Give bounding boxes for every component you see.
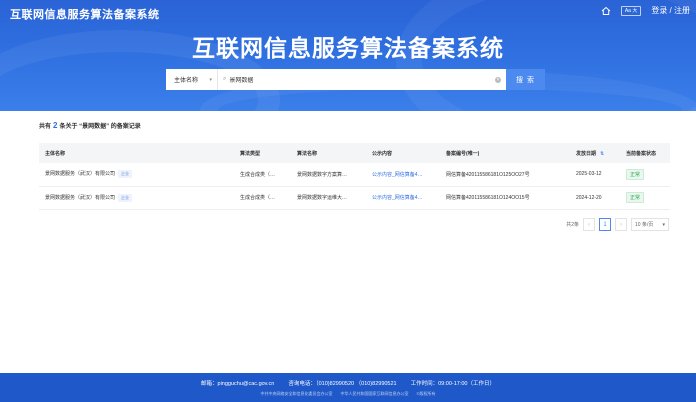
cell-status: 正常 (620, 186, 670, 210)
page-size-select[interactable]: 10 条/页 ▾ (631, 218, 669, 231)
cell-type: 生成合成类（… (234, 186, 291, 210)
cell-content-link[interactable]: 公示内容_网信算备4… (366, 186, 440, 210)
search-field: ⌕ × (218, 69, 506, 90)
cell-type: 生成合成类（… (234, 163, 291, 187)
table-header-row: 主体名称 算法类型 算法名称 公示内容 备案编号(唯一) 发放日期 ⇅ 当前备案状… (39, 143, 670, 163)
summary-suffix: 条关于 “景网数据” 的备案记录 (59, 124, 141, 130)
table-row: 景网数据服务（武汉）有限公司 企业 生成合成类（… 景网数据数字运维大… 公示内容… (39, 186, 670, 210)
header-banner: 互联网信息服务算法备案系统 Aa 大 登录 / 注册 互联网信息服务算法备案系统… (0, 0, 696, 111)
search-button[interactable]: 搜 索 (506, 69, 545, 90)
home-icon[interactable] (601, 6, 611, 16)
column-header-status: 当前备案状态 (620, 143, 670, 163)
cell-entity: 景网数据服务（武汉）有限公司 企业 (39, 163, 234, 187)
result-summary: 共有 2 条关于 “景网数据” 的备案记录 (39, 121, 141, 130)
prev-page-button[interactable]: ‹ (583, 218, 595, 231)
search-scope-select[interactable]: 主体名称 ▾ (166, 69, 218, 90)
footer-contact: 邮箱：pingguchu@cac.gov.cn 咨询电话：（010)829905… (0, 379, 696, 387)
search-scope-label: 主体名称 (174, 78, 199, 84)
chevron-down-icon: ▾ (662, 221, 665, 228)
search-icon: ⌕ (223, 76, 227, 82)
page-title: 互联网信息服务算法备案系统 (192, 35, 504, 61)
column-header-content: 公示内容 (366, 143, 440, 163)
chevron-down-icon: ▾ (209, 76, 212, 83)
summary-prefix: 共有 (39, 124, 52, 130)
top-right-tools: Aa 大 登录 / 注册 (601, 5, 690, 16)
sort-icon[interactable]: ⇅ (600, 151, 604, 157)
column-header-entity: 主体名称 (39, 143, 234, 163)
column-header-date[interactable]: 发放日期 ⇅ (570, 143, 620, 163)
cell-date: 2025-03-12 (570, 163, 620, 187)
footer-email: 邮箱：pingguchu@cac.gov.cn (201, 381, 275, 387)
login-register-link[interactable]: 登录 / 注册 (651, 5, 690, 16)
footer-org-2[interactable]: 中华人民共和国国家互联网信息办公室 (341, 391, 409, 397)
footer-orgs: 中共中央网络安全和信息化委员会办公室 中华人民共和国国家互联网信息办公室 ©版权… (0, 391, 696, 397)
pagination-total: 共2条 (566, 222, 579, 228)
table-row: 景网数据服务（武汉）有限公司 企业 生成合成类（… 景网数据数字方案算… 公示内容… (39, 163, 670, 187)
cell-content-link[interactable]: 公示内容_网信算备4… (366, 163, 440, 187)
cell-name: 景网数据数字方案算… (291, 163, 366, 187)
site-brand[interactable]: 互联网信息服务算法备案系统 (10, 6, 160, 22)
entity-tag: 企业 (118, 193, 133, 202)
search-input[interactable] (229, 76, 492, 83)
cell-status: 正常 (620, 163, 670, 187)
entity-name[interactable]: 景网数据服务（武汉）有限公司 (45, 195, 115, 201)
footer-hours: 工作时间：09:00-17:00（工作日） (410, 381, 495, 387)
page-size-label: 10 条/页 (635, 222, 654, 228)
column-header-type: 算法类型 (234, 143, 291, 163)
entity-tag: 企业 (118, 170, 133, 179)
cell-entity: 景网数据服务（武汉）有限公司 企业 (39, 186, 234, 210)
next-page-button[interactable]: › (615, 218, 627, 231)
cell-code: 网信算备420115586181O124OO15号 (440, 186, 570, 210)
status-badge: 正常 (626, 192, 645, 203)
footer: 邮箱：pingguchu@cac.gov.cn 咨询电话：（010)829905… (0, 373, 696, 402)
font-size-toggle[interactable]: Aa 大 (620, 5, 642, 16)
entity-name[interactable]: 景网数据服务（武汉）有限公司 (45, 171, 115, 177)
status-badge: 正常 (626, 168, 645, 180)
page-number-button[interactable]: 1 (599, 218, 611, 231)
footer-copyright: ©版权所有 (416, 391, 436, 396)
column-header-name: 算法名称 (291, 143, 366, 163)
footer-phone: 咨询电话：（010)82990520 （010)82990521 (288, 381, 397, 387)
clear-icon[interactable]: × (495, 76, 501, 83)
column-header-code: 备案编号(唯一) (440, 143, 570, 163)
footer-org-1[interactable]: 中共中央网络安全和信息化委员会办公室 (261, 391, 333, 397)
cell-name: 景网数据数字运维大… (291, 186, 366, 210)
date-header-label: 发放日期 (576, 150, 597, 157)
result-count: 2 (53, 121, 58, 130)
pagination: 共2条 ‹ 1 › 10 条/页 ▾ (566, 218, 669, 231)
cell-date: 2024-12-20 (570, 186, 620, 210)
results-table: 主体名称 算法类型 算法名称 公示内容 备案编号(唯一) 发放日期 ⇅ 当前备案状… (39, 143, 670, 210)
search-bar: 主体名称 ▾ ⌕ × 搜 索 (166, 69, 545, 90)
cell-code: 网信算备420115586181O125OO27号 (440, 163, 570, 187)
